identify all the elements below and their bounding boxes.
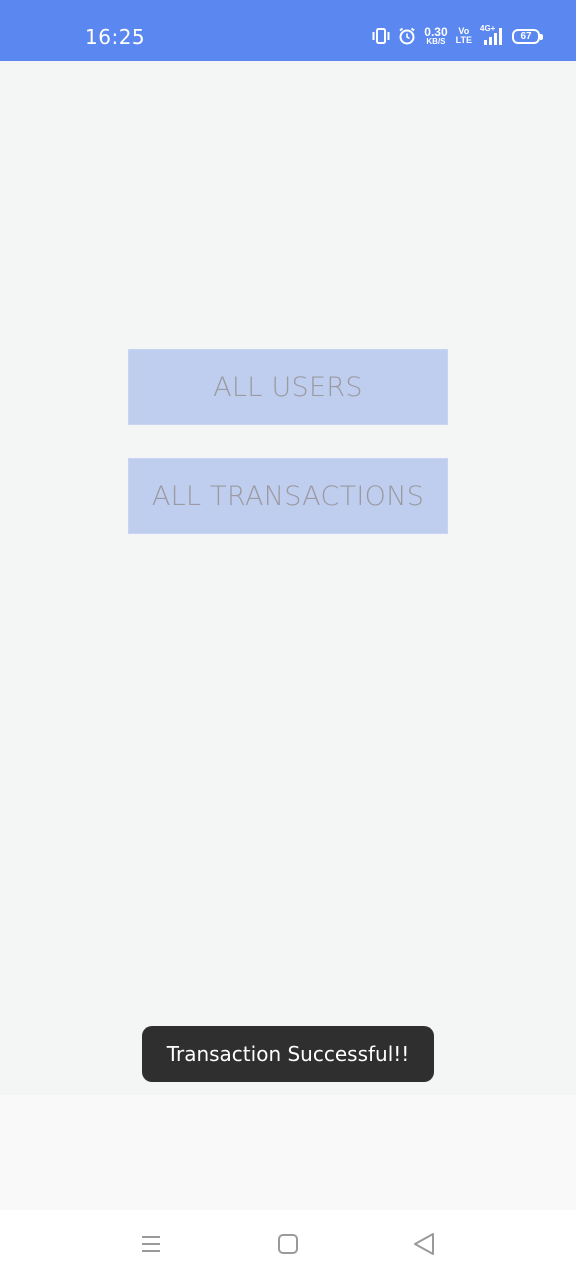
navigation-bar [0, 1210, 576, 1280]
signal-icon: 4G+ [480, 24, 504, 46]
alarm-icon [398, 27, 416, 45]
status-icons: 0.30 KB/S Vo LTE 4G+ 67 [372, 22, 543, 50]
battery-level: 67 [520, 30, 532, 42]
all-transactions-button[interactable]: ALL TRANSACTIONS [128, 458, 448, 534]
home-button[interactable] [275, 1233, 301, 1259]
network-speed: 0.30 KB/S [424, 26, 447, 46]
all-users-button[interactable]: ALL USERS [128, 349, 448, 425]
status-bar: 16:25 0.30 KB/S Vo LTE 4G+ 67 [0, 0, 576, 61]
volte-bottom: LTE [455, 35, 472, 45]
vibrate-icon [372, 27, 390, 45]
toast-message: Transaction Successful!! [142, 1026, 434, 1082]
app-content [0, 61, 576, 1095]
toast-text: Transaction Successful!! [166, 1042, 410, 1066]
network-speed-unit: KB/S [426, 37, 446, 46]
battery-icon: 67 [512, 28, 543, 44]
volte-indicator: Vo LTE [456, 27, 472, 45]
menu-icon [140, 1233, 162, 1260]
network-type: 4G+ [480, 24, 496, 33]
status-time: 16:25 [85, 25, 146, 49]
bottom-area [0, 1095, 576, 1210]
back-button[interactable] [411, 1232, 437, 1261]
home-icon [277, 1233, 299, 1260]
back-icon [412, 1232, 436, 1261]
menu-button[interactable] [138, 1233, 164, 1259]
